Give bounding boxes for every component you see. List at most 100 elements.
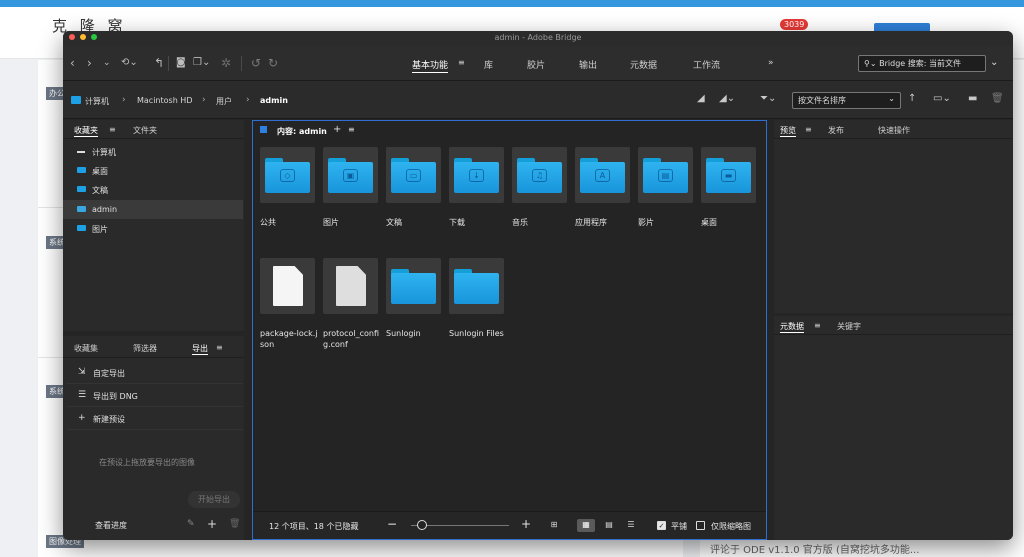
tab-publish[interactable]: 发布 [828,125,844,136]
breadcrumb-computer[interactable]: 计算机 [85,96,109,107]
thumbnail-tile[interactable]: ▬ [701,147,756,203]
tile-checkbox[interactable]: ✓ [657,521,666,530]
tab-folders[interactable]: 文件夹 [133,125,157,136]
path-bar: 计算机 › Macintosh HD › 用户 › admin ◢ ◢⌄ ⏷⌄ … [63,81,1013,119]
camera-icon[interactable]: ◙ [176,56,186,70]
folder-icon: ▤ [643,158,688,193]
dropdown-icon[interactable]: ⌄ [103,56,111,70]
folder-icon: ♫ [517,158,562,193]
thumbnail-tile[interactable]: ▭ [386,147,441,203]
thumbnail-tile[interactable] [449,258,504,314]
thumbnail-label: 应用程序 [575,218,607,227]
zoom-out-icon[interactable]: − [387,517,397,531]
add-icon[interactable]: + [207,517,217,531]
workspace-filmstrip[interactable]: 胶片 [527,58,545,71]
tab-collections[interactable]: 收藏集 [74,343,98,354]
favorite-desktop[interactable]: 桌面 [63,161,243,180]
workspace-metadata[interactable]: 元数据 [630,58,657,71]
thumbnail-tile[interactable] [386,258,441,314]
tab-metadata[interactable]: 元数据 [780,321,804,333]
workspace-output[interactable]: 输出 [579,58,597,71]
thumbnail-tile[interactable]: ↓ [449,147,504,203]
bridge-window: admin - Adobe Bridge ‹ › ⌄ ⟲⌄ ↰ ◙ ❐⌄ ✲ ↺… [63,31,1013,540]
favorite-admin[interactable]: admin [63,200,243,219]
preview-panel: 预览 ≡ 发布 快速操作 [774,120,1013,313]
chevron-down-icon: ⌄ [888,94,895,103]
forward-icon[interactable]: › [87,56,92,70]
app-toolbar: ‹ › ⌄ ⟲⌄ ↰ ◙ ❐⌄ ✲ ↺ ↻ 基本功能 ≡ 库 胶片 输出 元数据… [63,46,1013,81]
thumbnail-tile[interactable]: ▤ [638,147,693,203]
panel-tabs: 元数据 ≡ 关键字 [774,316,1013,335]
thumbnail-label: 文稿 [386,218,402,227]
view-list-icon[interactable]: ☰ [622,519,640,532]
grid-lock-icon[interactable]: ⊞ [545,519,563,532]
thumbnail-tile[interactable] [323,258,378,314]
sort-ascending-icon[interactable]: ↑ [908,93,916,104]
add-icon[interactable]: + [333,124,341,135]
thumbnail-tile[interactable]: ▣ [323,147,378,203]
workspace-libraries[interactable]: 库 [484,58,493,71]
new-folder-icon[interactable]: ▬ [968,93,977,104]
view-progress-label[interactable]: 查看进度 [95,520,127,531]
workspace-essentials[interactable]: 基本功能 [412,58,449,73]
sort-select[interactable]: 按文件名排序 ⌄ [792,92,901,109]
thumbnail-label: Sunlogin [386,329,421,338]
back-icon[interactable]: ‹ [70,56,75,70]
trash-icon[interactable]: 🗑 [991,93,1004,104]
site-comment-text[interactable]: 评论于 ODE v1.1.0 官方版 (自窝挖坑多功能... [710,541,919,556]
search-input[interactable]: ⚲⌄ Bridge 搜索: 当前文件 [858,55,986,72]
return-icon[interactable]: ↰ [154,56,164,70]
view-details-icon[interactable]: ▤ [600,519,618,532]
panel-menu-icon[interactable]: ≡ [109,125,116,134]
panel-menu-icon[interactable]: ≡ [348,125,355,134]
tab-keywords[interactable]: 关键字 [837,321,861,332]
favorite-documents[interactable]: 文稿 [63,180,243,199]
export-to-dng[interactable]: ☰ 导出到 DNG [67,385,243,407]
undo-icon[interactable]: ↺ [251,56,261,70]
breadcrumb-users[interactable]: 用户 [216,96,232,107]
start-export-button[interactable]: 开始导出 [188,491,240,508]
redo-icon[interactable]: ↻ [268,56,278,70]
slider-handle[interactable] [417,520,427,530]
rating-filter-icon[interactable]: ◢⌄ [719,93,735,104]
export-custom[interactable]: ⇲ 自定导出 [67,362,243,384]
favorite-computer[interactable]: 计算机 [63,142,243,161]
thumbnail-label: 影片 [638,218,654,227]
zoom-in-icon[interactable]: + [521,517,531,531]
trash-icon[interactable]: 🗑 [229,519,240,529]
edit-icon[interactable]: ✎ [187,519,195,529]
quality-icon[interactable]: ◢ [697,93,705,104]
thumbnail-tile[interactable]: ♫ [512,147,567,203]
workspace-menu-icon[interactable]: ≡ [458,58,465,67]
document-icon [273,266,303,306]
tab-favorites[interactable]: 收藏夹 [74,125,98,137]
view-thumbnails-icon[interactable]: ▦ [577,519,595,532]
thumbnail-label: 公共 [260,218,276,227]
copy-icon[interactable]: ❐⌄ [193,56,210,70]
breadcrumb-macintosh-hd[interactable]: Macintosh HD [137,96,192,105]
more-workspaces-button[interactable]: » [768,58,774,68]
tab-preview[interactable]: 预览 [780,125,796,137]
panel-menu-icon[interactable]: ≡ [814,321,821,330]
open-recent-icon[interactable]: ▭⌄ [933,93,951,104]
thumbnail-tile[interactable]: A [575,147,630,203]
thumbnail-tile[interactable] [260,258,315,314]
panel-menu-icon[interactable]: ≡ [216,343,223,352]
panel-menu-icon[interactable]: ≡ [805,125,812,134]
workspace-workflow[interactable]: 工作流 [693,58,720,71]
breadcrumb-admin[interactable]: admin [260,96,288,105]
favorite-pictures[interactable]: 图片 [63,219,243,238]
thumbnail-label: 桌面 [701,218,717,227]
recent-icon[interactable]: ⟲⌄ [121,56,138,70]
filter-icon[interactable]: ⏷⌄ [760,93,776,104]
new-preset[interactable]: + 新建预设 [67,408,243,430]
rotate-icon[interactable]: ✲ [221,56,231,70]
tab-export[interactable]: 导出 [192,343,208,355]
chevron-down-icon[interactable]: ⌄ [990,57,998,68]
thumbnail-tile[interactable]: ◇ [260,147,315,203]
tab-filter[interactable]: 筛选器 [133,343,157,354]
notification-badge[interactable]: 3039 [780,19,809,30]
thumbs-only-checkbox[interactable] [696,521,705,530]
folder-icon: ↓ [454,158,499,193]
tab-quick-actions[interactable]: 快速操作 [878,125,910,136]
